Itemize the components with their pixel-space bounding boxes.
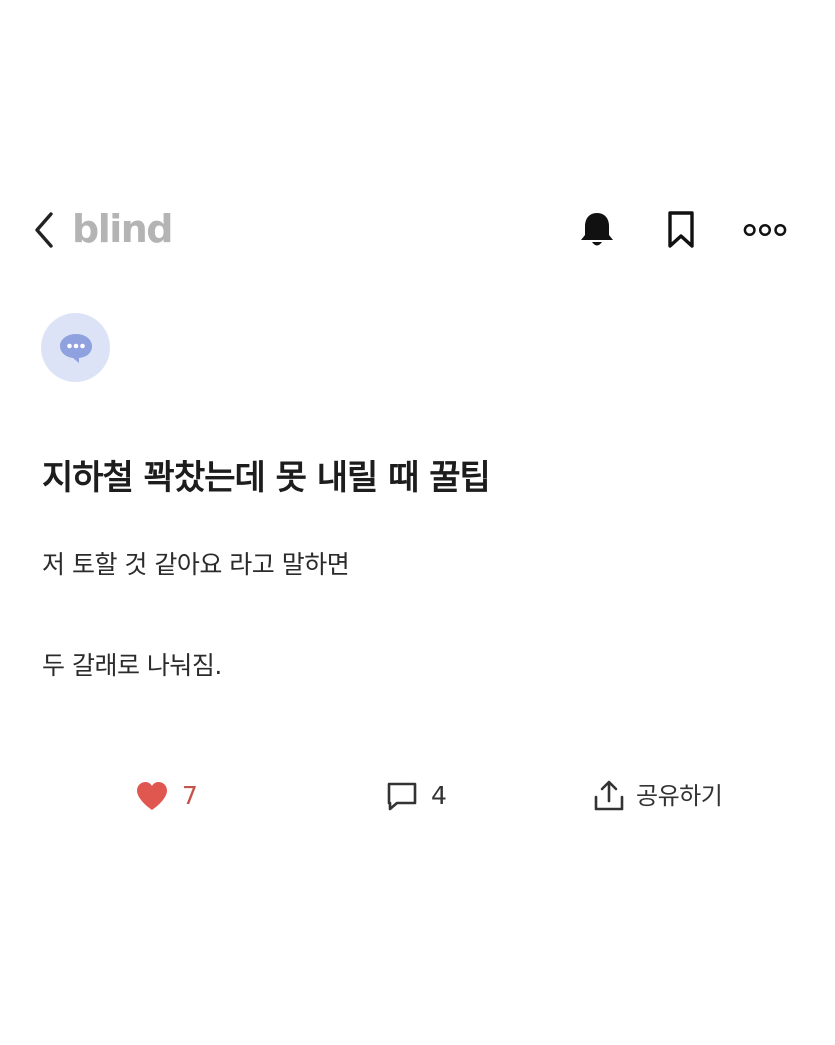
comment-button[interactable]: 4 bbox=[385, 772, 447, 820]
author-avatar[interactable] bbox=[41, 313, 110, 382]
back-button[interactable] bbox=[28, 210, 60, 250]
like-button[interactable]: 7 bbox=[134, 772, 198, 820]
comment-count: 4 bbox=[431, 781, 447, 810]
post-body-line: 저 토할 것 같아요 라고 말하면 bbox=[42, 550, 350, 579]
more-options-button[interactable] bbox=[743, 208, 787, 252]
share-icon bbox=[594, 780, 624, 811]
bookmark-icon bbox=[668, 211, 694, 248]
notification-button[interactable] bbox=[575, 208, 619, 252]
chat-bubble-icon bbox=[59, 333, 92, 363]
share-button[interactable]: 공유하기 bbox=[592, 772, 723, 820]
chevron-left-icon bbox=[35, 212, 53, 248]
heart-icon bbox=[137, 782, 167, 810]
more-horizontal-icon bbox=[743, 223, 787, 237]
bell-icon bbox=[581, 213, 613, 246]
post-action-bar: 7 4 공유하기 bbox=[0, 772, 835, 820]
bookmark-button[interactable] bbox=[659, 208, 703, 252]
like-count: 7 bbox=[182, 781, 198, 810]
comment-icon bbox=[387, 782, 417, 811]
app-logo[interactable]: blind bbox=[72, 206, 174, 252]
post-body-line: 두 갈래로 나눠짐. bbox=[42, 651, 222, 680]
share-label: 공유하기 bbox=[636, 782, 723, 810]
post-title: 지하철 꽉찼는데 못 내릴 때 꿀팁 bbox=[42, 458, 491, 498]
top-nav-bar: blind bbox=[0, 200, 835, 260]
